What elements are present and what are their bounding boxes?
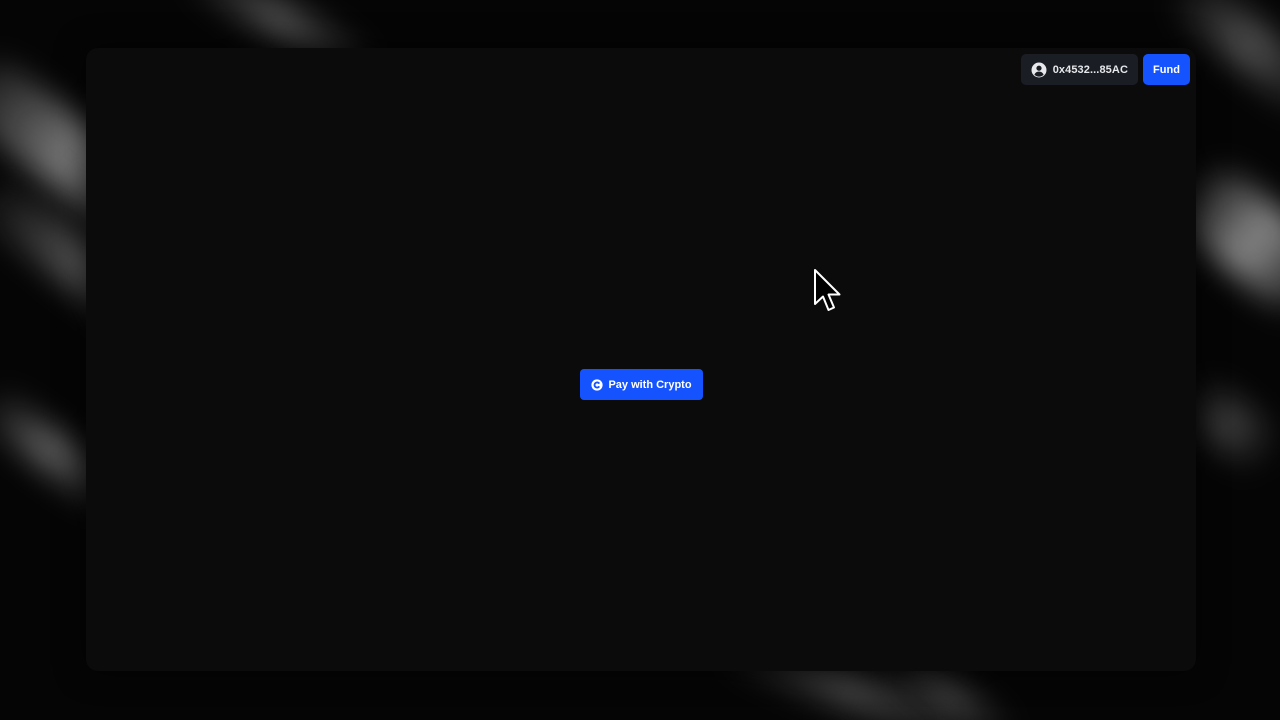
fund-button[interactable]: Fund <box>1143 54 1190 85</box>
coinbase-coin-icon <box>591 378 604 391</box>
user-avatar-icon <box>1031 62 1047 78</box>
pay-with-crypto-button[interactable]: Pay with Crypto <box>580 369 703 400</box>
wallet-address: 0x4532...85AC <box>1052 63 1128 76</box>
top-bar: 0x4532...85AC Fund <box>1020 54 1190 85</box>
app-window: 0x4532...85AC Fund Pay with Crypto <box>86 48 1196 671</box>
wallet-button[interactable]: 0x4532...85AC <box>1020 54 1138 85</box>
pay-button-label: Pay with Crypto <box>608 378 692 391</box>
